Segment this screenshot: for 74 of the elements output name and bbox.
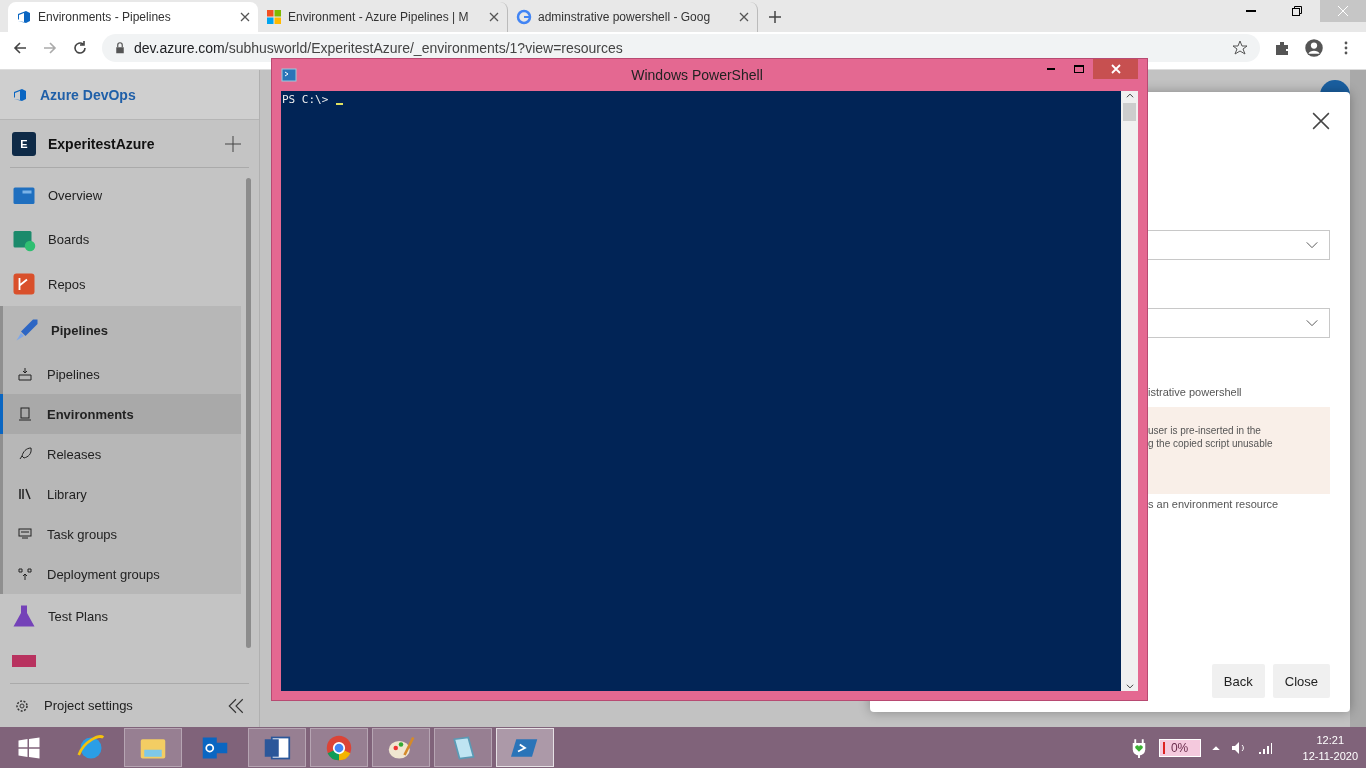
battery-indicator[interactable]: 0%: [1158, 738, 1201, 757]
project-avatar: E: [12, 131, 36, 156]
add-icon[interactable]: [225, 135, 241, 152]
reload-icon[interactable]: [72, 39, 88, 56]
scroll-up-icon: [1124, 91, 1135, 101]
extensions-icon[interactable]: [1274, 39, 1290, 56]
new-tab-icon[interactable]: [768, 10, 782, 24]
nav-subitem[interactable]: Pipelines: [0, 354, 241, 395]
description-text: istrative powershell: [1148, 386, 1243, 398]
window-title: Windows PowerShell: [630, 67, 764, 83]
chrome-icon: [325, 733, 353, 762]
scroll-thumb[interactable]: [1123, 103, 1136, 121]
taskbar-app[interactable]: [310, 728, 368, 767]
scroll-down-icon: [1124, 681, 1135, 691]
taskbar-app[interactable]: [372, 728, 430, 767]
taskbar-app[interactable]: [248, 728, 306, 767]
nav-item[interactable]: Boards: [0, 217, 241, 262]
nav-subitem[interactable]: Task groups: [0, 514, 241, 555]
close-icon: [489, 12, 499, 22]
server-icon: [17, 406, 33, 423]
nav-item[interactable]: Overview: [0, 173, 241, 218]
star-icon[interactable]: [1232, 39, 1248, 56]
console-area[interactable]: PS C:\>: [281, 91, 1121, 691]
repos-icon: [12, 272, 36, 296]
google-logo-icon: [516, 9, 532, 25]
nav-subitem[interactable]: Releases: [0, 434, 241, 475]
address-bar[interactable]: dev.azure.com/subhusworld/ExperitestAzure/_environments/1?view=resources: [102, 33, 1260, 62]
pipeline-icon: [17, 366, 33, 383]
dialog-button[interactable]: Back: [1211, 664, 1265, 698]
close-icon[interactable]: [1312, 112, 1330, 130]
prompt-text: PS C:\>: [282, 93, 329, 106]
artifacts-icon: [12, 653, 36, 668]
nav-subitem[interactable]: Library: [0, 474, 241, 515]
nav-item[interactable]: Repos: [0, 261, 241, 307]
pipelines-icon: [15, 318, 39, 343]
powershell-icon: [281, 67, 297, 83]
devops-logo-icon: [12, 86, 28, 103]
nav-subitem[interactable]: Environments: [0, 394, 241, 435]
taskbar-app[interactable]: [496, 728, 554, 767]
description-text: s an environment resource: [1148, 498, 1280, 510]
brand-name[interactable]: Azure DevOps: [40, 86, 136, 103]
close-button[interactable]: [1093, 59, 1138, 79]
warning-text: g the copied script unusable: [1148, 438, 1274, 449]
restore-icon: [1292, 6, 1302, 16]
back-icon[interactable]: [12, 39, 28, 56]
project-settings-link[interactable]: Project settings: [44, 698, 133, 713]
profile-icon[interactable]: [1304, 37, 1324, 58]
warning-text: user is pre-inserted in the: [1148, 425, 1262, 436]
project-name[interactable]: ExperitestAzure: [48, 135, 155, 152]
dropdown-field[interactable]: [1148, 308, 1330, 338]
close-icon: [240, 12, 250, 22]
dropdown-field[interactable]: [1148, 230, 1330, 260]
windows-logo-icon: [17, 735, 41, 760]
close-icon: [1110, 64, 1121, 74]
browser-tab[interactable]: Environments - Pipelines: [8, 2, 258, 32]
collapse-icon[interactable]: [227, 696, 245, 715]
deployment-icon: [17, 566, 33, 583]
maximize-icon: [1074, 64, 1084, 74]
clock[interactable]: 12:21 12-11-2020: [1302, 731, 1358, 764]
close-icon: [739, 12, 749, 22]
settings-icon[interactable]: [14, 697, 30, 714]
dialog-button[interactable]: Close: [1272, 664, 1330, 698]
cursor: [336, 103, 344, 105]
nav-item[interactable]: Pipelines: [3, 306, 241, 355]
close-icon: [1338, 6, 1348, 16]
forward-icon[interactable]: [42, 39, 58, 56]
minimize-icon: [1246, 10, 1256, 12]
windows-logo-icon: [266, 9, 282, 25]
devops-logo-icon: [16, 9, 32, 25]
flask-icon: [12, 604, 36, 629]
nav-item[interactable]: Test Plans: [0, 594, 241, 639]
scrollbar[interactable]: [1121, 91, 1138, 691]
lock-icon: [114, 41, 126, 54]
nav-subitem[interactable]: Deployment groups: [0, 554, 241, 595]
